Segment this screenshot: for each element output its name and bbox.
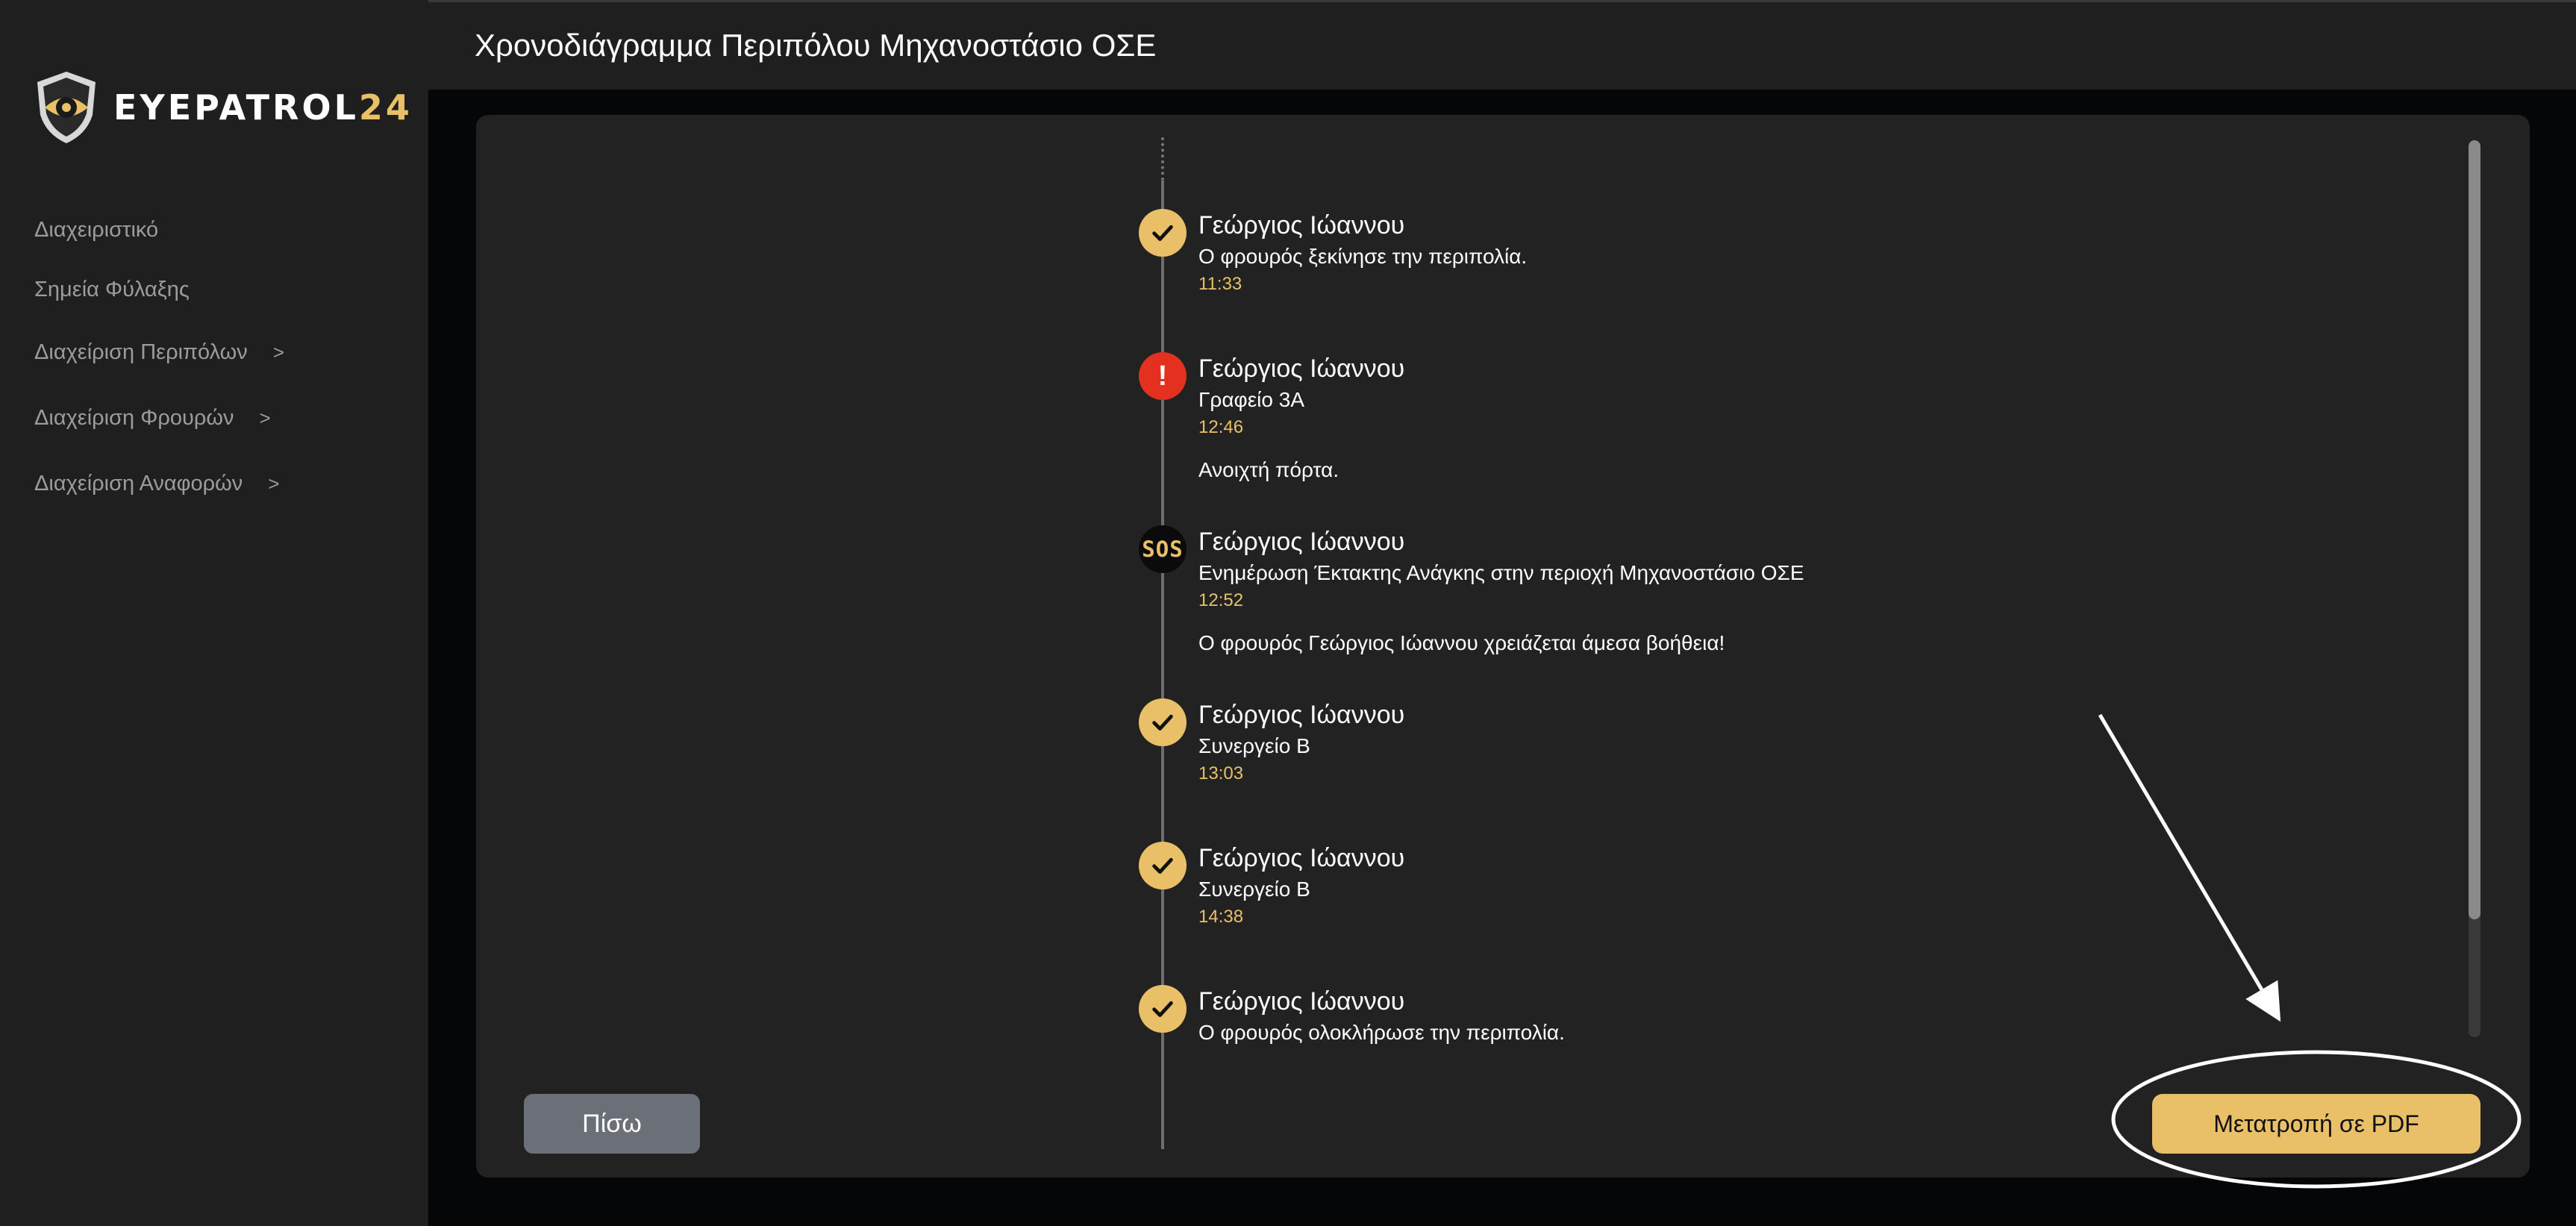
sidebar-item-label: Διαχείριση Αναφορών (34, 471, 243, 495)
sidebar-item-label: Σημεία Φύλαξης (34, 277, 190, 301)
timeline-scrollbar[interactable] (2469, 140, 2480, 1037)
sidebar-nav: Διαχειριστικό Σημεία Φύλαξης Διαχείριση … (34, 200, 284, 516)
timeline-scroll-area[interactable]: Γεώργιος Ιώαννου Ο φρουρός ξεκίνησε την … (476, 137, 2491, 1149)
entry-time: 13:03 (1198, 763, 1244, 784)
entry-description: Ενημέρωση Έκτακτης Ανάγκης στην περιοχή … (1198, 561, 1804, 584)
app-logo[interactable]: EYEPATROL24 (33, 69, 413, 146)
eye-shield-logo-icon (37, 72, 96, 143)
entry-guard-name: Γεώργιος Ιώαννου (1198, 987, 1405, 1016)
entry-description: Ο φρουρός ολοκλήρωσε την περιπολία. (1198, 1021, 1565, 1044)
entry-time: 11:33 (1198, 274, 1242, 294)
chevron-right-icon: > (259, 406, 271, 429)
check-icon (1139, 698, 1187, 746)
sidebar-item-label: Διαχειριστικό (34, 217, 159, 242)
entry-guard-name: Γεώργιος Ιώαννου (1198, 528, 1405, 556)
entry-description: Γραφείο 3Α (1198, 388, 1304, 411)
check-icon (1139, 209, 1187, 257)
entry-description: Συνεργείο Β (1198, 878, 1310, 901)
sidebar: EYEPATROL24 Διαχειριστικό Σημεία Φύλαξης… (0, 0, 428, 1226)
entry-note: Ανοιχτή πόρτα. (1198, 458, 1339, 481)
sos-icon: SOS (1139, 525, 1187, 573)
page-title: Χρονοδιάγραμμα Περιπόλου Μηχανοστάσιο ΟΣ… (475, 28, 1157, 63)
check-icon (1139, 985, 1187, 1033)
sidebar-item-guard-management[interactable]: Διαχείριση Φρουρών > (34, 385, 284, 451)
sidebar-item-label: Διαχείριση Περιπόλων (34, 340, 248, 364)
entry-time: 12:46 (1198, 417, 1244, 437)
convert-to-pdf-button[interactable]: Μετατροπή σε PDF (2152, 1094, 2480, 1154)
entry-guard-name: Γεώργιος Ιώαννου (1198, 211, 1405, 240)
entry-note: Ο φρουρός Γεώργιος Ιώαννου χρειάζεται άμ… (1198, 631, 1725, 654)
sidebar-item-report-management[interactable]: Διαχείριση Αναφορών > (34, 451, 284, 516)
entry-description: Συνεργείο Β (1198, 734, 1310, 757)
entry-time: 14:38 (1198, 907, 1244, 927)
alert-icon: ! (1139, 352, 1187, 400)
entry-guard-name: Γεώργιος Ιώαννου (1198, 354, 1405, 383)
sidebar-item-administration[interactable]: Διαχειριστικό (34, 200, 284, 260)
entry-description: Ο φρουρός ξεκίνησε την περιπολία. (1198, 245, 1528, 268)
entry-time: 12:52 (1198, 590, 1244, 610)
timeline-start-dotted-line (1161, 137, 1164, 181)
sidebar-item-guard-points[interactable]: Σημεία Φύλαξης (34, 260, 284, 319)
sidebar-item-patrol-management[interactable]: Διαχείριση Περιπόλων > (34, 319, 284, 385)
logo-wordmark: EYEPATROL24 (113, 87, 413, 128)
entry-guard-name: Γεώργιος Ιώαννου (1198, 844, 1405, 872)
top-header: Χρονοδιάγραμμα Περιπόλου Μηχανοστάσιο ΟΣ… (428, 0, 2576, 90)
sidebar-item-label: Διαχείριση Φρουρών (34, 405, 234, 430)
scrollbar-thumb[interactable] (2469, 140, 2480, 919)
entry-guard-name: Γεώργιος Ιώαννου (1198, 701, 1405, 729)
chevron-right-icon: > (268, 472, 280, 495)
timeline-panel: Γεώργιος Ιώαννου Ο φρουρός ξεκίνησε την … (476, 115, 2530, 1177)
check-icon (1139, 842, 1187, 889)
back-button[interactable]: Πίσω (524, 1094, 700, 1154)
chevron-right-icon: > (272, 340, 284, 363)
